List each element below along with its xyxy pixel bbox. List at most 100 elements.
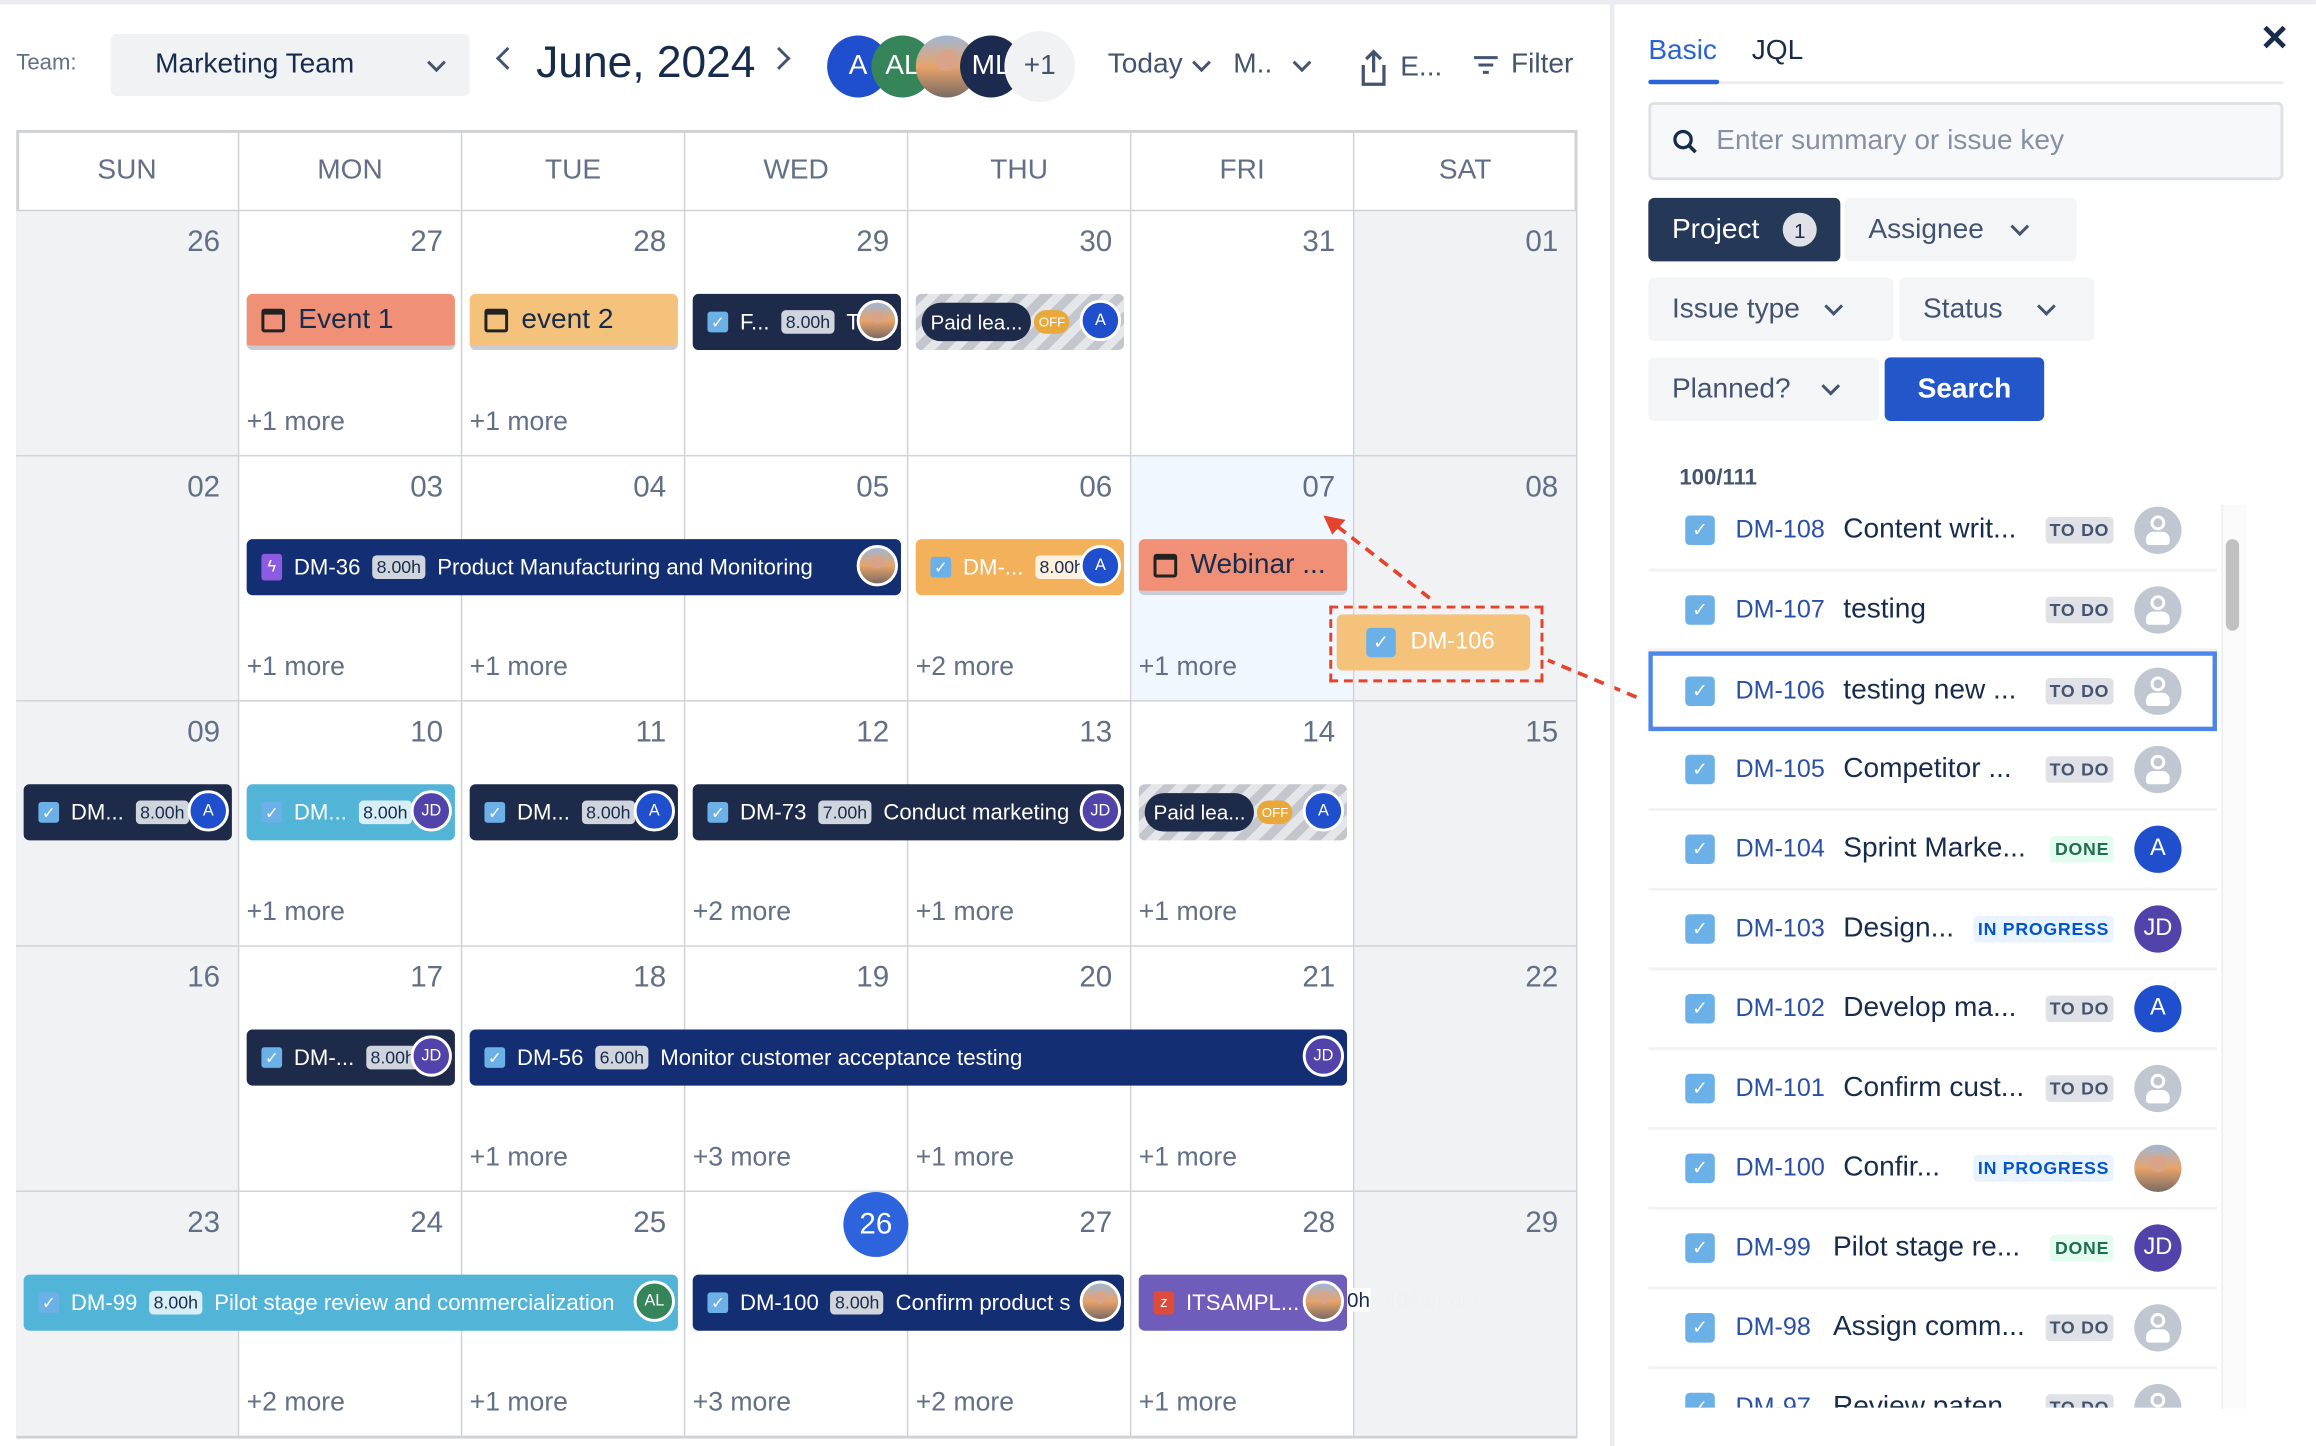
checkbox-icon[interactable]: ✓ xyxy=(1685,834,1715,865)
issue-list-item[interactable]: ✓ DM-106 testing new ... TO DO xyxy=(1648,651,2217,732)
checkbox-icon[interactable]: ✓ xyxy=(1685,676,1715,707)
day-cell[interactable]: 02 xyxy=(16,454,240,701)
issue-key[interactable]: DM-108 xyxy=(1735,515,1824,545)
team-dropdown[interactable]: Marketing Team xyxy=(110,33,470,97)
checkbox-icon[interactable]: ✓ xyxy=(1685,994,1715,1024)
checkbox-icon[interactable]: ✓ xyxy=(1685,1313,1715,1343)
more-events-link[interactable]: +1 more xyxy=(470,1142,568,1173)
more-events-link[interactable]: +1 more xyxy=(247,651,345,682)
more-events-link[interactable]: +3 more xyxy=(693,1387,791,1418)
issue-search-input[interactable] xyxy=(1713,123,2251,159)
event-bar[interactable]: Event 1 xyxy=(246,293,455,351)
checkbox-icon[interactable]: ✓ xyxy=(1685,754,1715,785)
event-bar[interactable]: ✓ DM-100 8.00h Confirm product s xyxy=(692,1274,1124,1331)
issue-list-item[interactable]: ✓ DM-104 Sprint Marke... DONE A xyxy=(1648,811,2217,891)
event-bar[interactable]: event 2 xyxy=(469,293,678,351)
scrollbar-track[interactable] xyxy=(2221,505,2247,1410)
issue-list-item[interactable]: ✓ DM-103 Design... IN PROGRESS JD xyxy=(1648,891,2217,971)
issue-list-item[interactable]: ✓ DM-102 Develop ma... TO DO A xyxy=(1648,970,2217,1051)
today-button[interactable]: Today xyxy=(1108,49,1211,81)
issue-list-item[interactable]: ✓ DM-105 Competitor ... TO DO xyxy=(1648,731,2217,811)
checkbox-icon[interactable]: ✓ xyxy=(1685,1233,1715,1263)
issue-key[interactable]: DM-106 xyxy=(1735,676,1824,706)
more-events-link[interactable]: +1 more xyxy=(1139,897,1237,928)
day-cell[interactable]: 29 xyxy=(1354,1190,1578,1436)
event-bar[interactable]: ✓ DM-99 8.00h Pilot stage review and commer… xyxy=(23,1274,678,1331)
issue-key[interactable]: DM-105 xyxy=(1735,755,1824,785)
checkbox-icon[interactable]: ✓ xyxy=(1685,1073,1715,1104)
issue-list-item[interactable]: ✓ DM-97 Review paten... TO DO xyxy=(1648,1369,2217,1408)
close-icon[interactable]: ✕ xyxy=(2260,18,2290,61)
tab-jql[interactable]: JQL xyxy=(1752,35,1803,67)
issue-key[interactable]: DM-101 xyxy=(1735,1074,1824,1104)
event-bar[interactable]: ✓ DM... 8.00h A xyxy=(469,784,678,841)
day-cell[interactable]: 16 xyxy=(16,945,240,1191)
project-filter[interactable]: Project 1 xyxy=(1648,197,1841,262)
more-events-link[interactable]: +2 more xyxy=(247,1387,345,1418)
next-month-icon[interactable] xyxy=(767,46,791,70)
event-bar[interactable]: ✓ F... 8.00h T xyxy=(692,293,901,351)
issue-key[interactable]: DM-98 xyxy=(1735,1313,1810,1343)
issue-list-item[interactable]: ✓ DM-99 Pilot stage re... DONE JD xyxy=(1648,1210,2217,1290)
checkbox-icon[interactable]: ✓ xyxy=(1685,1153,1715,1184)
more-events-link[interactable]: +1 more xyxy=(470,1387,568,1418)
issue-key[interactable]: DM-99 xyxy=(1735,1233,1810,1263)
issue-list-item[interactable]: ✓ DM-100 Confir... IN PROGRESS xyxy=(1648,1130,2217,1210)
more-events-link[interactable]: +1 more xyxy=(916,1142,1014,1173)
search-button[interactable]: Search xyxy=(1884,357,2045,421)
more-events-link[interactable]: +2 more xyxy=(916,1387,1014,1418)
checkbox-icon[interactable]: ✓ xyxy=(1685,1392,1715,1408)
event-bar[interactable]: ✓ DM-73 7.00h Conduct marketing JD xyxy=(692,784,1124,841)
issue-list-item[interactable]: ✓ DM-107 testing TO DO xyxy=(1648,572,2217,652)
event-bar[interactable]: z ITSAMPL... xyxy=(1138,1274,1348,1331)
event-bar[interactable]: ✓ DM-56 6.00h Monitor customer acceptance t… xyxy=(469,1029,1348,1086)
issue-key[interactable]: DM-104 xyxy=(1735,835,1824,865)
issue-list-item[interactable]: ✓ DM-101 Confirm cust... TO DO xyxy=(1648,1050,2217,1130)
day-cell[interactable]: 15 xyxy=(1354,700,1578,946)
issue-key[interactable]: DM-107 xyxy=(1735,595,1824,625)
dragged-issue[interactable]: ✓ DM-106 xyxy=(1336,614,1531,671)
planned-filter[interactable]: Planned? xyxy=(1648,357,1879,421)
prev-month-icon[interactable] xyxy=(495,46,519,70)
status-filter[interactable]: Status xyxy=(1899,277,2095,342)
more-events-link[interactable]: +2 more xyxy=(693,897,791,928)
issue-key[interactable]: DM-102 xyxy=(1735,994,1824,1024)
checkbox-icon[interactable]: ✓ xyxy=(1685,914,1715,944)
view-mode-dropdown[interactable]: M.. xyxy=(1233,49,1312,81)
event-bar[interactable]: Webinar ... xyxy=(1138,539,1348,596)
issue-key[interactable]: DM-103 xyxy=(1735,914,1824,944)
event-bar[interactable]: ✓ DM-... 8.00h A xyxy=(915,539,1124,596)
issue-list-item[interactable]: ✓ DM-108 Content writ... TO DO xyxy=(1648,492,2217,572)
event-bar[interactable]: ✓ DM-... 8.00h JD xyxy=(246,1029,455,1086)
more-events-link[interactable]: +1 more xyxy=(247,897,345,928)
more-events-link[interactable]: +1 more xyxy=(1139,651,1237,682)
avatar[interactable]: +1 xyxy=(1004,31,1076,102)
event-bar[interactable]: Paid lea... OFF A xyxy=(1138,784,1348,841)
filter-button[interactable]: Filter xyxy=(1473,49,1573,81)
more-events-link[interactable]: +1 more xyxy=(470,406,568,437)
more-events-link[interactable]: +3 more xyxy=(693,1142,791,1173)
checkbox-icon[interactable]: ✓ xyxy=(1685,595,1715,625)
assignee-filter[interactable]: Assignee xyxy=(1844,197,2077,262)
more-events-link[interactable]: +1 more xyxy=(916,897,1014,928)
scrollbar-thumb[interactable] xyxy=(2225,539,2240,631)
issue-key[interactable]: DM-100 xyxy=(1735,1154,1824,1184)
issue-type-filter[interactable]: Issue type xyxy=(1648,277,1894,342)
tab-basic[interactable]: Basic xyxy=(1648,35,1717,67)
issue-search-field[interactable] xyxy=(1648,101,2284,181)
day-cell[interactable]: 26 xyxy=(16,209,240,455)
issue-list-item[interactable]: ✓ DM-98 Assign comm... TO DO xyxy=(1648,1289,2217,1370)
event-bar[interactable]: ✓ DM... 8.00h JD xyxy=(246,784,455,841)
issue-key[interactable]: DM-97 xyxy=(1735,1393,1810,1408)
more-events-link[interactable]: +1 more xyxy=(470,651,568,682)
day-cell[interactable]: 31 xyxy=(1131,209,1355,455)
more-events-link[interactable]: +1 more xyxy=(1139,1142,1237,1173)
event-bar[interactable]: ✓ DM... 8.00h A xyxy=(23,784,232,841)
more-events-link[interactable]: +1 more xyxy=(1139,1387,1237,1418)
more-events-link[interactable]: +2 more xyxy=(916,651,1014,682)
more-events-link[interactable]: +1 more xyxy=(247,406,345,437)
event-bar[interactable]: Paid lea... OFF A xyxy=(915,293,1124,351)
event-bar[interactable]: ϟ DM-36 8.00h Product Manufacturing and Mon… xyxy=(246,539,901,596)
export-button[interactable]: E... xyxy=(1359,49,1442,87)
day-cell[interactable]: 22 xyxy=(1354,945,1578,1191)
